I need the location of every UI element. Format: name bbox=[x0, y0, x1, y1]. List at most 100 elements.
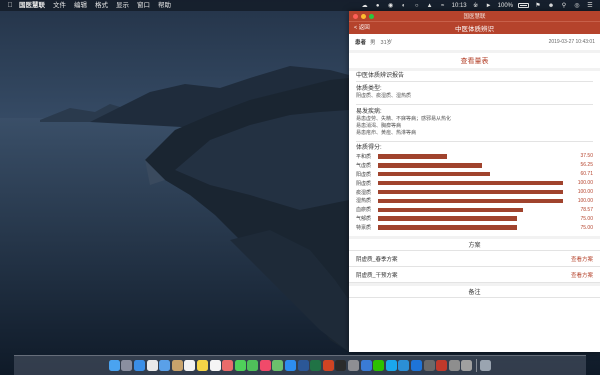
settings-icon[interactable] bbox=[348, 360, 360, 371]
contacts-icon[interactable] bbox=[171, 360, 183, 371]
spotlight-search-icon[interactable]: ⚲ bbox=[560, 2, 568, 9]
score-value: 56.25 bbox=[580, 162, 593, 169]
score-label: 阴虚质 bbox=[356, 180, 372, 187]
dock bbox=[14, 355, 586, 375]
score-bar bbox=[378, 163, 483, 168]
apple-logo-icon[interactable]:  bbox=[5, 0, 15, 11]
view-questionnaire-button[interactable]: 查看量表 bbox=[349, 53, 600, 68]
constitution-heading: 体质类型: bbox=[356, 86, 382, 92]
maps-icon[interactable] bbox=[272, 360, 284, 371]
score-label: 特禀质 bbox=[356, 225, 372, 232]
patient-label: 患者 bbox=[355, 40, 367, 46]
score-label: 阳虚质 bbox=[356, 171, 372, 178]
finder-icon[interactable] bbox=[108, 360, 120, 371]
patient-info: 患者 男 31岁 2019-03-27 10:43:01 bbox=[349, 34, 600, 50]
score-bar bbox=[378, 180, 563, 186]
menu-file[interactable]: 文件 bbox=[49, 0, 70, 11]
app-icon[interactable] bbox=[423, 360, 435, 371]
score-row: 气虚质 56.25 bbox=[356, 161, 593, 170]
user-icon[interactable]: ☻ bbox=[547, 2, 555, 9]
menu-view[interactable]: 显示 bbox=[112, 0, 133, 11]
bluetooth-icon[interactable]: ※ bbox=[472, 2, 480, 9]
plan-row[interactable]: 阴虚质_春季方案 查看方案 bbox=[349, 251, 600, 268]
score-value: 100.00 bbox=[577, 197, 593, 204]
score-bar-track bbox=[378, 198, 563, 204]
flag-icon[interactable]: ⚑ bbox=[534, 2, 542, 9]
status-icon[interactable]: ◉ bbox=[387, 2, 395, 9]
score-value: 75.00 bbox=[580, 215, 593, 222]
battery-icon[interactable] bbox=[518, 3, 529, 8]
menu-clock-small[interactable]: 10:13 bbox=[452, 3, 467, 9]
disease-line: 易患虚劳、失精、不寐等病；感邪易从热化 bbox=[356, 115, 452, 122]
xcode-icon[interactable] bbox=[360, 360, 372, 371]
cloud-icon[interactable]: ☁ bbox=[361, 2, 369, 9]
menu-edit[interactable]: 编辑 bbox=[70, 0, 91, 11]
chrome-icon[interactable] bbox=[146, 360, 158, 371]
facetime-icon[interactable] bbox=[247, 360, 259, 371]
menu-help[interactable]: 帮助 bbox=[154, 0, 175, 11]
report-content[interactable]: 患者 男 31岁 2019-03-27 10:43:01 查看量表 中医体质辨识… bbox=[349, 34, 600, 352]
disease-line: 易患疮疖、黄疸、热淋等病 bbox=[356, 129, 417, 136]
app-icon[interactable] bbox=[461, 360, 473, 371]
score-bar-track bbox=[378, 163, 563, 168]
vscode-icon[interactable] bbox=[398, 360, 410, 371]
qq-icon[interactable] bbox=[385, 360, 397, 371]
status-icon[interactable]: ▲ bbox=[426, 2, 434, 9]
menu-format[interactable]: 格式 bbox=[91, 0, 112, 11]
wifi-icon[interactable]: ≈ bbox=[439, 2, 447, 9]
score-bar bbox=[378, 207, 524, 213]
launchpad-icon[interactable] bbox=[121, 360, 133, 371]
mail-icon[interactable] bbox=[159, 360, 171, 371]
score-bar bbox=[378, 198, 563, 204]
plan-heading: 方案 bbox=[349, 239, 600, 252]
safari-icon[interactable] bbox=[133, 360, 145, 371]
minimize-window-button[interactable] bbox=[361, 13, 366, 19]
menu-window[interactable]: 窗口 bbox=[133, 0, 154, 11]
window-title: 国医慧联 bbox=[463, 14, 486, 20]
excel-icon[interactable] bbox=[310, 360, 322, 371]
notes-icon[interactable] bbox=[196, 360, 208, 371]
score-bar bbox=[378, 171, 491, 177]
notes-field[interactable] bbox=[349, 298, 600, 352]
powerpoint-icon[interactable] bbox=[322, 360, 334, 371]
siri-icon[interactable]: ◎ bbox=[573, 2, 581, 9]
appstore-icon[interactable] bbox=[285, 360, 297, 371]
menu-app-name[interactable]: 国医慧联 bbox=[15, 0, 49, 11]
close-window-button[interactable] bbox=[353, 13, 358, 19]
music-icon[interactable] bbox=[259, 360, 271, 371]
disease-heading: 易发疾病: bbox=[356, 108, 382, 115]
reminders-icon[interactable] bbox=[209, 360, 221, 371]
calendar-icon[interactable] bbox=[184, 360, 196, 371]
status-icon[interactable]: ○ bbox=[413, 2, 421, 9]
plan-row[interactable]: 阴虚质_干预方案 查看方案 bbox=[349, 267, 600, 284]
fullscreen-window-button[interactable] bbox=[369, 13, 374, 19]
score-bar bbox=[378, 216, 517, 221]
status-icon[interactable]: ◐ bbox=[400, 2, 408, 9]
app-icon[interactable] bbox=[436, 360, 448, 371]
score-label: 湿热质 bbox=[356, 198, 372, 205]
terminal-icon[interactable] bbox=[335, 360, 347, 371]
patient-age: 31岁 bbox=[380, 40, 393, 46]
view-plan-link[interactable]: 查看方案 bbox=[571, 271, 593, 279]
wechat-status-icon[interactable]: ● bbox=[374, 2, 382, 9]
trash-icon[interactable] bbox=[480, 360, 492, 371]
word-icon[interactable] bbox=[297, 360, 309, 371]
score-label: 气虚质 bbox=[356, 162, 372, 169]
wechat-icon[interactable] bbox=[373, 360, 385, 371]
volume-icon[interactable]: ► bbox=[485, 2, 493, 9]
sourcetree-icon[interactable] bbox=[411, 360, 422, 371]
disease-line: 易患消渴、胸痹等病 bbox=[356, 122, 402, 129]
battery-percent[interactable]: 100% bbox=[498, 3, 513, 9]
window-titlebar[interactable]: 国医慧联 bbox=[349, 11, 600, 21]
app-icon[interactable] bbox=[448, 360, 460, 371]
score-value: 100.00 bbox=[577, 180, 593, 187]
view-plan-link[interactable]: 查看方案 bbox=[571, 255, 593, 263]
notification-center-icon[interactable]: ☰ bbox=[586, 2, 594, 9]
plan-name: 阴虚质_干预方案 bbox=[356, 272, 398, 279]
photos-icon[interactable] bbox=[222, 360, 234, 371]
notes-heading: 备注 bbox=[349, 286, 600, 299]
messages-icon[interactable] bbox=[234, 360, 246, 371]
score-value: 75.00 bbox=[580, 224, 593, 231]
score-row: 平和质 37.50 bbox=[356, 152, 593, 161]
score-label: 气郁质 bbox=[356, 216, 372, 223]
